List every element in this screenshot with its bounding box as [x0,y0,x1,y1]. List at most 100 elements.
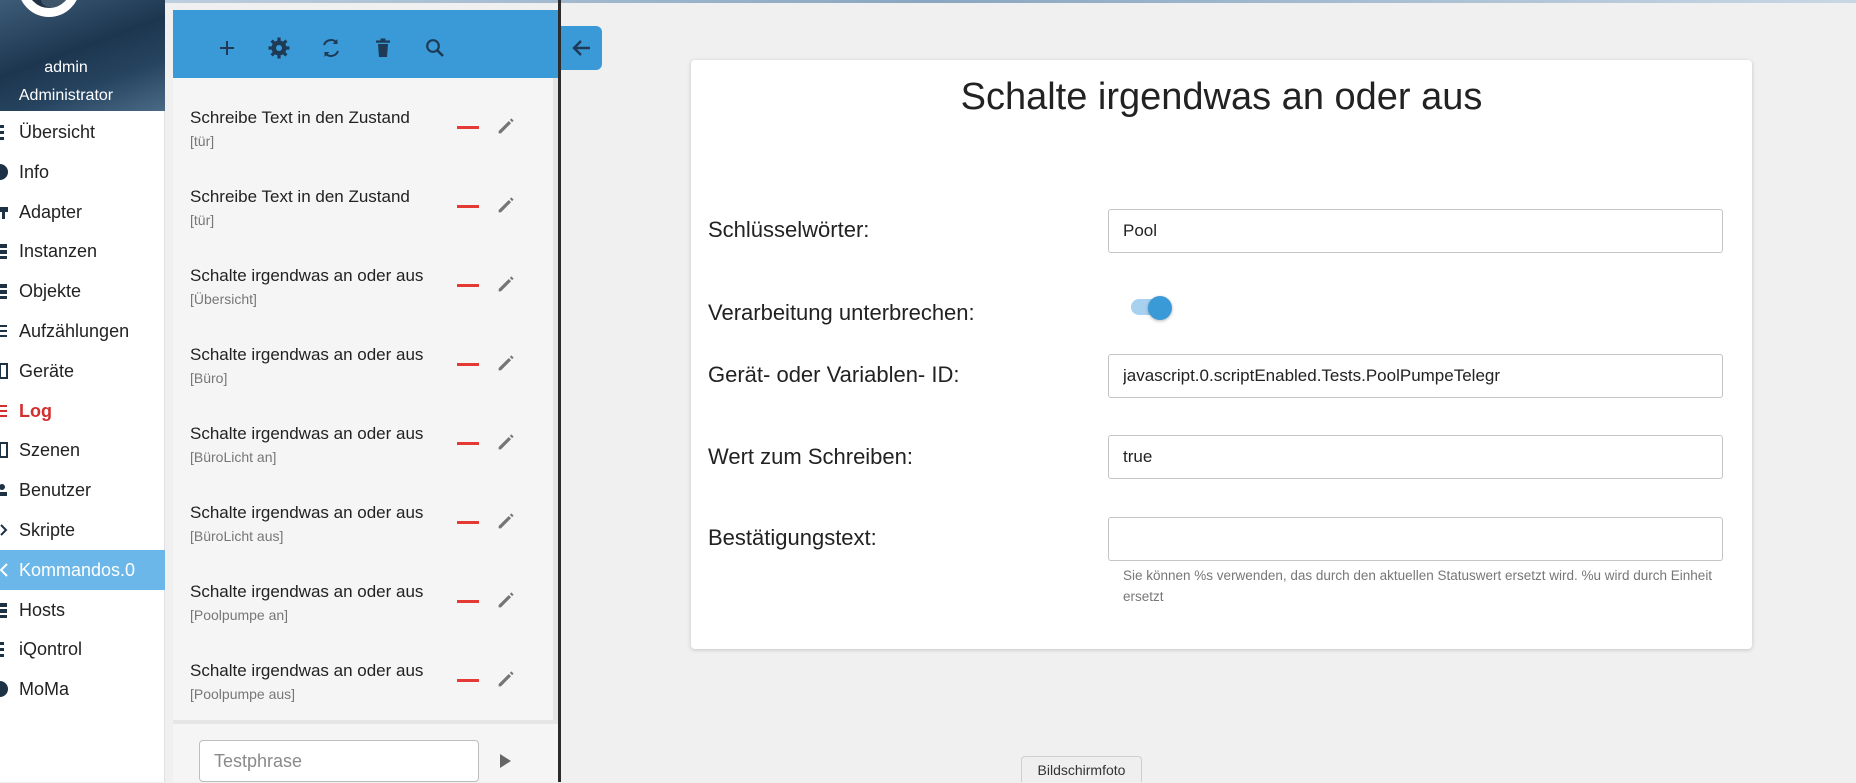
rule-item-keywords: [tür] [190,212,215,228]
test-phrase-input[interactable] [199,740,479,782]
rule-list-item[interactable]: Schreibe Text in den Zustand [tür] [173,157,553,236]
top-border [0,0,1856,3]
collapse-panel-button[interactable] [561,26,602,70]
edit-icon[interactable] [495,431,517,453]
rule-list-item[interactable]: Schalte irgendwas an oder aus [Büro] [173,315,553,394]
nav-item-aufzählungen[interactable]: Aufzählungen [0,311,165,351]
iqontrol-icon [0,642,4,658]
rule-list-item[interactable]: Schalte irgendwas an oder aus [Übersicht] [173,236,553,315]
toggle-knob[interactable] [1148,296,1172,320]
rule-list-item[interactable]: Schalte irgendwas an oder aus [BüroLicht … [173,394,553,473]
nav-item-label: iQontrol [19,639,83,660]
nav-item-adapter[interactable]: Adapter [0,192,165,232]
nav-item-label: Übersicht [19,122,96,142]
search-icon[interactable] [423,36,447,60]
nav-item-iqontrol[interactable]: iQontrol [0,629,165,669]
delete-icon[interactable] [371,36,395,60]
avatar-image [41,0,71,8]
avatar[interactable] [18,0,80,17]
nav-item-label: Info [19,161,50,182]
edit-icon[interactable] [495,194,517,216]
rule-item-title: Schreibe Text in den Zustand [190,108,410,127]
rule-list-item[interactable]: Schreibe Text in den Zustand [tür] [173,78,553,157]
nav-item-log[interactable]: Log [0,391,165,431]
nav-item-label: Kommandos.0 [19,559,136,580]
info-icon [0,163,8,180]
nav-item-label: Aufzählungen [19,321,130,341]
refresh-icon[interactable] [319,36,343,60]
rule-list-item[interactable]: Schalte irgendwas an oder aus [Poolpumpe … [173,631,553,710]
rule-list-item[interactable]: Schalte irgendwas an oder aus [BüroLicht … [173,473,553,552]
scenes-icon [0,442,8,459]
rule-item-keywords: [Poolpumpe an] [190,607,289,623]
device-id-label: Gerät- oder Variablen- ID: [708,362,960,387]
objects-icon [0,284,7,300]
enum-icon [0,325,7,337]
nav-item-kommandos-0[interactable]: Kommandos.0 [0,549,165,590]
nav-item-objekte[interactable]: Objekte [0,271,165,311]
nav-item-benutzer[interactable]: Benutzer [0,470,165,510]
remove-icon[interactable] [457,205,479,208]
edit-icon[interactable] [495,352,517,374]
add-icon[interactable] [215,36,239,60]
nav-item-instanzen[interactable]: Instanzen [0,231,165,271]
confirmation-text-label: Bestätigungstext: [708,525,877,550]
commands-icon [0,563,8,577]
nav-item-geräte[interactable]: Geräte [0,351,165,391]
nav-item-übersicht[interactable]: Übersicht [0,112,165,152]
write-value-input[interactable] [1108,435,1723,479]
remove-icon[interactable] [457,521,479,524]
remove-icon[interactable] [457,126,479,129]
nav-item-label: Skripte [19,520,76,540]
nav-item-label: Objekte [19,281,82,302]
rule-item-title: Schalte irgendwas an oder aus [190,424,424,443]
list-icon [0,125,4,140]
write-value-label: Wert zum Schreiben: [708,444,914,469]
log-icon [0,404,7,417]
nav-item-info[interactable]: Info [0,152,165,192]
confirmation-text-input[interactable] [1108,517,1723,561]
rule-item-title: Schalte irgendwas an oder aus [190,266,424,285]
remove-icon[interactable] [457,600,479,603]
play-icon[interactable] [497,751,515,771]
rule-item-keywords: [Übersicht] [190,291,257,307]
nav-item-label: Benutzer [19,480,92,501]
adapter-icon [0,206,8,219]
rule-item-title: Schalte irgendwas an oder aus [190,345,424,364]
remove-icon[interactable] [457,284,479,287]
nav-item-label: Hosts [19,599,66,620]
device-id-input[interactable] [1108,354,1723,398]
edit-icon[interactable] [495,668,517,690]
gear-icon[interactable] [267,36,291,60]
user-name: admin [44,59,88,76]
user-header: admin Administrator [0,0,165,111]
screenshot-badge: Bildschirmfoto [1021,756,1142,782]
confirmation-help-text: Sie können %s verwenden, das durch den a… [1123,568,1713,604]
nav-item-label: MoMa [19,679,70,700]
edit-icon[interactable] [495,510,517,532]
panel-divider[interactable] [558,0,561,782]
remove-icon[interactable] [457,442,479,445]
rule-item-keywords: [BüroLicht an] [190,449,277,465]
rule-item-keywords: [BüroLicht aus] [190,528,284,544]
moma-icon [0,681,8,698]
rule-item-keywords: [Büro] [190,370,228,386]
edit-icon[interactable] [495,115,517,137]
scripts-icon [0,524,8,536]
rule-item-keywords: [Poolpumpe aus] [190,686,296,702]
rule-list-item[interactable]: Schalte irgendwas an oder aus [Poolpumpe … [173,552,553,631]
edit-icon[interactable] [495,589,517,611]
nav-item-szenen[interactable]: Szenen [0,430,165,470]
remove-icon[interactable] [457,363,479,366]
rule-item-title: Schalte irgendwas an oder aus [190,661,424,680]
edit-icon[interactable] [495,273,517,295]
nav-item-hosts[interactable]: Hosts [0,590,165,630]
nav-item-moma[interactable]: MoMa [0,669,165,709]
hosts-icon [0,602,7,618]
remove-icon[interactable] [457,679,479,682]
keywords-input[interactable] [1108,209,1723,253]
nav-item-label: Szenen [19,440,81,461]
nav-item-label: Instanzen [19,241,98,262]
break-processing-label: Verarbeitung unterbrechen: [708,300,975,325]
nav-item-skripte[interactable]: Skripte [0,510,165,550]
